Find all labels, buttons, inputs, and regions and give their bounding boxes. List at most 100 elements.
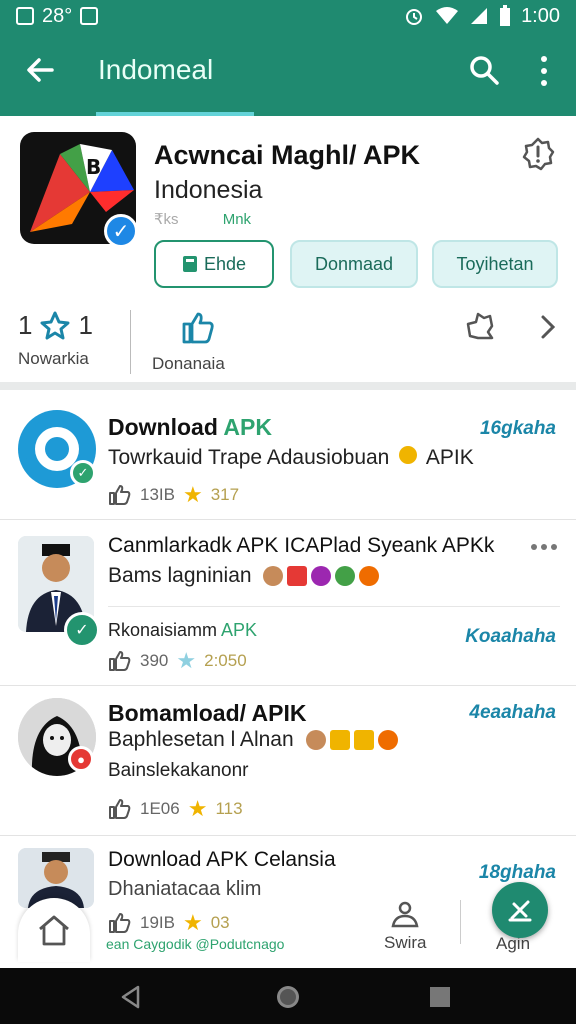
home-tab[interactable]: [18, 898, 90, 962]
item-title: Download APK Celansia: [108, 848, 336, 871]
item-title: Bomamload/ APIK: [108, 700, 307, 726]
back-arrow-icon[interactable]: [22, 52, 58, 88]
emoji-icon: [311, 566, 332, 587]
item-title: Canmlarkadk APK ICAPlad Syeank APKk: [108, 534, 495, 557]
people-icon: [391, 901, 419, 928]
emoji-icon: [399, 446, 418, 464]
emoji-icon: [359, 566, 380, 587]
star-outline-icon: [40, 311, 70, 339]
item-likes: 1E06: [140, 799, 180, 818]
item-stats: 390 ★ 2:050: [108, 648, 247, 674]
item-title: Download APK: [108, 414, 272, 441]
list-item[interactable]: ✓ Canmlarkadk APK ICAPlad Syeank APKk Ba…: [0, 520, 576, 686]
item-subtitle: Bams lagninian: [108, 564, 380, 588]
footer-caption: ean Caygodik @Podutcnago: [106, 936, 285, 952]
nav-divider: [460, 900, 461, 944]
thumbs-up-icon[interactable]: [108, 650, 132, 672]
edit-icon: [508, 900, 532, 922]
emoji-icon: [287, 566, 308, 587]
list-item[interactable]: ✓ Download APK 16gkaha Towrkauid Trape A…: [0, 398, 576, 520]
verified-check-icon: ✓: [70, 460, 96, 486]
item-meta-right: Koaahaha: [465, 626, 556, 647]
more-vert-icon[interactable]: [536, 54, 552, 88]
emoji-icon: [353, 730, 374, 751]
meta-left: ₹ks: [154, 211, 179, 228]
thumbs-up-icon[interactable]: [108, 798, 132, 820]
emoji-icon: [377, 730, 398, 751]
rating-left-value: 1: [18, 310, 33, 340]
recents-square-icon[interactable]: [428, 985, 452, 1009]
page-title: Indomeal: [98, 54, 214, 85]
star-icon: ★: [176, 648, 197, 673]
alarm-icon: [406, 9, 423, 25]
emoji-row: [263, 566, 380, 587]
fab-button[interactable]: [492, 882, 548, 938]
star-icon: ★: [182, 482, 203, 507]
status-bar: 28° 1:00: [0, 0, 576, 32]
emoji-row: [305, 730, 398, 751]
item-meta-right: 4eaahaha: [469, 702, 556, 723]
downloads-label: Donanaia: [152, 354, 225, 373]
home-circle-icon[interactable]: [274, 983, 302, 1011]
verified-badge-icon: ✓: [104, 214, 138, 248]
thumbs-up-icon[interactable]: [108, 484, 132, 506]
rating-stat[interactable]: 1 1 Nowarkia: [18, 310, 93, 369]
stats-row: 1 1 Nowarkia Donanaia: [0, 310, 576, 380]
notification-icon: [16, 7, 34, 25]
home-icon: [39, 915, 69, 946]
item-title-apk: APK: [223, 414, 272, 440]
more-horiz-icon[interactable]: [530, 542, 558, 552]
item-subtitle-tail: APIK: [425, 446, 474, 469]
gear-alert-icon[interactable]: [520, 136, 556, 172]
star-icon: ★: [187, 796, 208, 821]
meta-right: Mnk: [222, 211, 252, 228]
item-stars: 317: [210, 485, 240, 504]
download-button[interactable]: Donmaad: [290, 240, 418, 288]
signal-icon: [471, 8, 488, 24]
back-triangle-icon[interactable]: [118, 984, 144, 1010]
alert-badge-icon: ●: [68, 746, 94, 772]
item-subtitle-text: Bams lagninian: [108, 564, 252, 587]
verified-check-icon: ✓: [64, 612, 100, 648]
list-item[interactable]: ● Bomamload/ APIK 4eaahaha Baphlesetan l…: [0, 686, 576, 836]
thumbs-up-icon: [182, 312, 214, 344]
search-icon[interactable]: [468, 54, 500, 86]
install-button[interactable]: Ehde: [154, 240, 274, 288]
app-subtitle: Indonesia: [154, 176, 263, 204]
app-meta: ₹ks Mnk: [154, 210, 251, 228]
nav-middle-label: Swira: [384, 933, 427, 952]
item-meta-right: 16gkaha: [479, 418, 556, 439]
emoji-icon: [305, 730, 326, 751]
svg-text:B: B: [86, 155, 101, 179]
share-button[interactable]: Toyihetan: [432, 240, 558, 288]
battery-icon: [500, 5, 511, 26]
item-subtitle-text: Baphlesetan l Alnan: [108, 728, 294, 751]
download-button-label: Donmaad: [314, 253, 394, 274]
item-stars: 113: [215, 799, 243, 818]
chevron-right-icon[interactable]: [538, 314, 558, 340]
item-title-text: Download: [108, 414, 224, 440]
app-title: Acwncai Maghl/ APK: [154, 140, 421, 170]
share-button-label: Toyihetan: [456, 253, 534, 274]
rating-right-value: 1: [78, 310, 93, 340]
item-likes: 390: [140, 651, 169, 670]
rating-label: Nowarkia: [18, 349, 89, 368]
item-line3-apk: APK: [221, 620, 258, 640]
divider: [108, 606, 560, 607]
puzzle-icon[interactable]: [464, 310, 496, 342]
wifi-icon: [436, 7, 459, 24]
emoji-icon: [335, 566, 356, 587]
stats-divider: [130, 310, 131, 374]
nav-item-middle[interactable]: Swira: [384, 900, 427, 953]
bottom-navigation: Swira Agin ean Caygodik @Podutcnago: [0, 876, 576, 968]
item-stats: 13IB ★ 317: [108, 482, 239, 508]
emoji-icon: [329, 730, 350, 751]
item-subtitle-text: Towrkauid Trape Adausiobuan: [108, 446, 390, 469]
item-line3: Bainslekakanonr: [108, 760, 249, 781]
photo-icon: [80, 7, 99, 25]
item-subtitle: Baphlesetan l Alnan: [108, 728, 398, 752]
item-stats: 1E06 ★ 113: [108, 796, 243, 822]
item-stars: 2:050: [204, 651, 247, 670]
system-nav-bar: [0, 968, 576, 1024]
item-likes: 13IB: [140, 485, 175, 504]
